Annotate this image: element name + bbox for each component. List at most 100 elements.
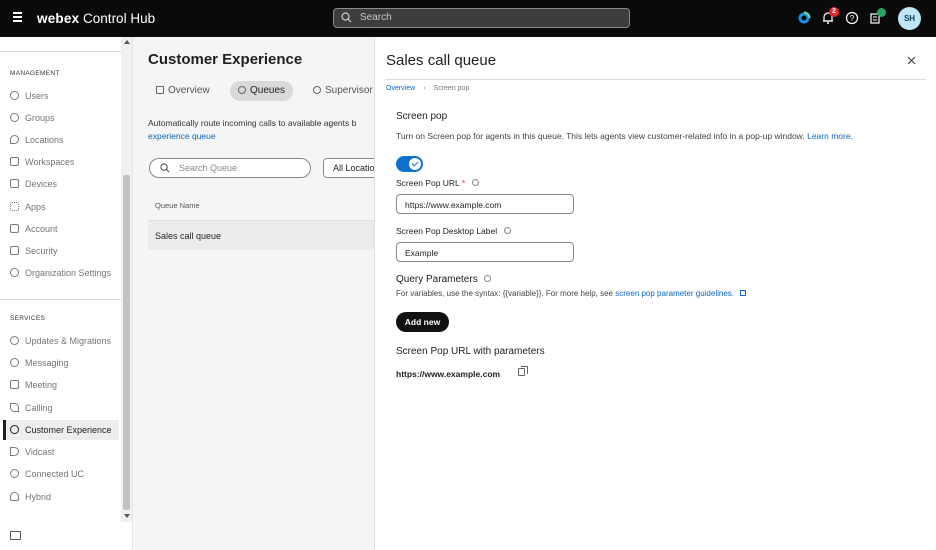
workspace-icon: [10, 157, 19, 166]
screen-pop-url-field[interactable]: https://www.example.com: [396, 194, 574, 214]
breadcrumb-overview[interactable]: Overview: [386, 85, 415, 92]
calendar-icon: [10, 380, 19, 389]
tab-overview[interactable]: Overview: [156, 81, 210, 101]
tab-label: Overview: [168, 85, 210, 96]
scroll-up-icon[interactable]: [124, 40, 130, 44]
queue-search-input[interactable]: Search Queue: [149, 158, 311, 178]
sidebar-item-label: Organization Settings: [25, 268, 112, 278]
filter-value: All Locations: [333, 163, 375, 173]
lock-icon: [10, 246, 19, 255]
sidebar-item-label: Workspaces: [25, 157, 75, 167]
gear-icon: [10, 268, 19, 277]
product-name: Control Hub: [83, 11, 156, 26]
sidebar-item-label: Connected UC: [25, 469, 85, 479]
sidebar-divider: [0, 51, 121, 52]
menu-icon[interactable]: [13, 12, 23, 24]
copy-icon[interactable]: [518, 366, 528, 376]
user-icon: [10, 91, 19, 100]
breadcrumb-current: Screen pop: [433, 85, 470, 92]
sidebar-item-label: Meeting: [25, 380, 58, 390]
sidebar-item-label: Calling: [25, 403, 53, 413]
tab-queues[interactable]: Queues: [230, 81, 294, 101]
tab-label: Supervisor: [325, 85, 373, 96]
sidebar-item-label: Groups: [25, 113, 55, 123]
sidebar-item-workspaces[interactable]: Workspaces: [4, 152, 119, 172]
description-link[interactable]: experience queue: [148, 131, 216, 141]
sidebar-item-users[interactable]: Users: [4, 86, 119, 106]
section-description-text: Turn on Screen pop for agents in this qu…: [396, 131, 805, 141]
page-description: Automatically route incoming calls to av…: [148, 117, 375, 143]
page-title: Customer Experience: [148, 51, 303, 68]
table-row[interactable]: Sales call queue: [148, 221, 375, 250]
desktop-label-field[interactable]: Example: [396, 242, 574, 262]
groups-icon: [10, 113, 19, 122]
info-icon[interactable]: [503, 227, 511, 234]
sidebar-item-meeting[interactable]: Meeting: [4, 375, 119, 395]
connected-icon: [10, 469, 19, 478]
sidebar-item-organization-settings[interactable]: Organization Settings: [4, 263, 119, 283]
sidebar-item-label: Hybrid: [25, 492, 52, 502]
url-label-text: Screen Pop URL: [396, 178, 460, 188]
search-icon: [160, 163, 170, 173]
url-field-value: https://www.example.com: [405, 200, 502, 210]
description-text: Automatically route incoming calls to av…: [148, 118, 357, 128]
sidebar-item-customer-experience[interactable]: Customer Experience: [3, 420, 119, 440]
chevron-right-icon: ›: [423, 85, 426, 92]
sidebar-item-label: Security: [25, 246, 58, 256]
learn-more-link[interactable]: Learn more.: [807, 131, 853, 141]
collapse-sidebar-icon[interactable]: [10, 531, 21, 540]
account-icon: [10, 224, 19, 233]
sidebar-item-updates-migrations[interactable]: Updates & Migrations: [4, 331, 119, 351]
queues-icon: [238, 86, 246, 94]
url-with-parameters-title: Screen Pop URL with parameters: [396, 346, 545, 357]
tasks-status-badge: [877, 8, 886, 17]
help-icon[interactable]: ?: [845, 11, 859, 25]
panel-title: Sales call queue: [386, 52, 497, 69]
sidebar-item-devices[interactable]: Devices: [4, 174, 119, 194]
sidebar-item-label: Locations: [25, 135, 64, 145]
column-header-queue-name[interactable]: Queue Name: [155, 201, 200, 210]
sidebar-item-messaging[interactable]: Messaging: [4, 353, 119, 373]
sidebar-item-locations[interactable]: Locations: [4, 130, 119, 150]
message-icon: [10, 358, 19, 367]
desktop-label-text: Screen Pop Desktop Label: [396, 226, 498, 236]
tab-supervisor[interactable]: Supervisor: [313, 81, 373, 101]
sidebar-item-vidcast[interactable]: Vidcast: [4, 442, 119, 462]
sidebar-item-apps[interactable]: Apps: [4, 197, 119, 217]
svg-text:?: ?: [850, 14, 855, 23]
location-filter-select[interactable]: All Locations: [323, 158, 375, 178]
main-content: Customer Experience Overview Queues Supe…: [133, 37, 375, 550]
cloud-icon: [10, 492, 19, 501]
required-marker: *: [461, 178, 466, 188]
desktop-label-value: Example: [405, 248, 439, 258]
sidebar-item-connected-uc[interactable]: Connected UC: [4, 464, 119, 484]
brand-name: webex: [37, 11, 80, 26]
sidebar-scrollbar[interactable]: [121, 37, 132, 522]
webex-app-icon[interactable]: [797, 11, 811, 25]
phone-icon: [10, 403, 19, 412]
management-heading: MANAGEMENT: [10, 70, 60, 77]
screen-pop-toggle[interactable]: [396, 156, 423, 172]
sidebar-item-groups[interactable]: Groups: [4, 108, 119, 128]
guidelines-link[interactable]: screen pop parameter guidelines.: [615, 289, 734, 298]
play-icon: [10, 447, 19, 456]
app-logo: webex Control Hub: [37, 11, 155, 26]
info-icon[interactable]: [484, 275, 492, 282]
avatar[interactable]: SH: [898, 7, 921, 30]
sidebar-item-calling[interactable]: Calling: [4, 398, 119, 418]
scroll-down-icon[interactable]: [124, 514, 130, 518]
sidebar-item-account[interactable]: Account: [4, 219, 119, 239]
global-search-input[interactable]: Search: [333, 8, 630, 28]
add-new-button[interactable]: Add new: [396, 312, 449, 332]
close-icon[interactable]: [907, 56, 916, 65]
panel-divider: [385, 79, 926, 80]
tab-label: Queues: [250, 85, 286, 96]
scrollbar-thumb[interactable]: [123, 175, 130, 510]
sidebar-item-security[interactable]: Security: [4, 241, 119, 261]
url-field-label: Screen Pop URL *: [396, 178, 479, 188]
query-parameters-text: Query Parameters: [396, 274, 478, 285]
url-with-parameters-value: https://www.example.com: [396, 369, 501, 379]
info-icon[interactable]: [471, 179, 479, 186]
sidebar-item-label: Messaging: [25, 358, 69, 368]
sidebar-item-hybrid[interactable]: Hybrid: [4, 487, 119, 507]
